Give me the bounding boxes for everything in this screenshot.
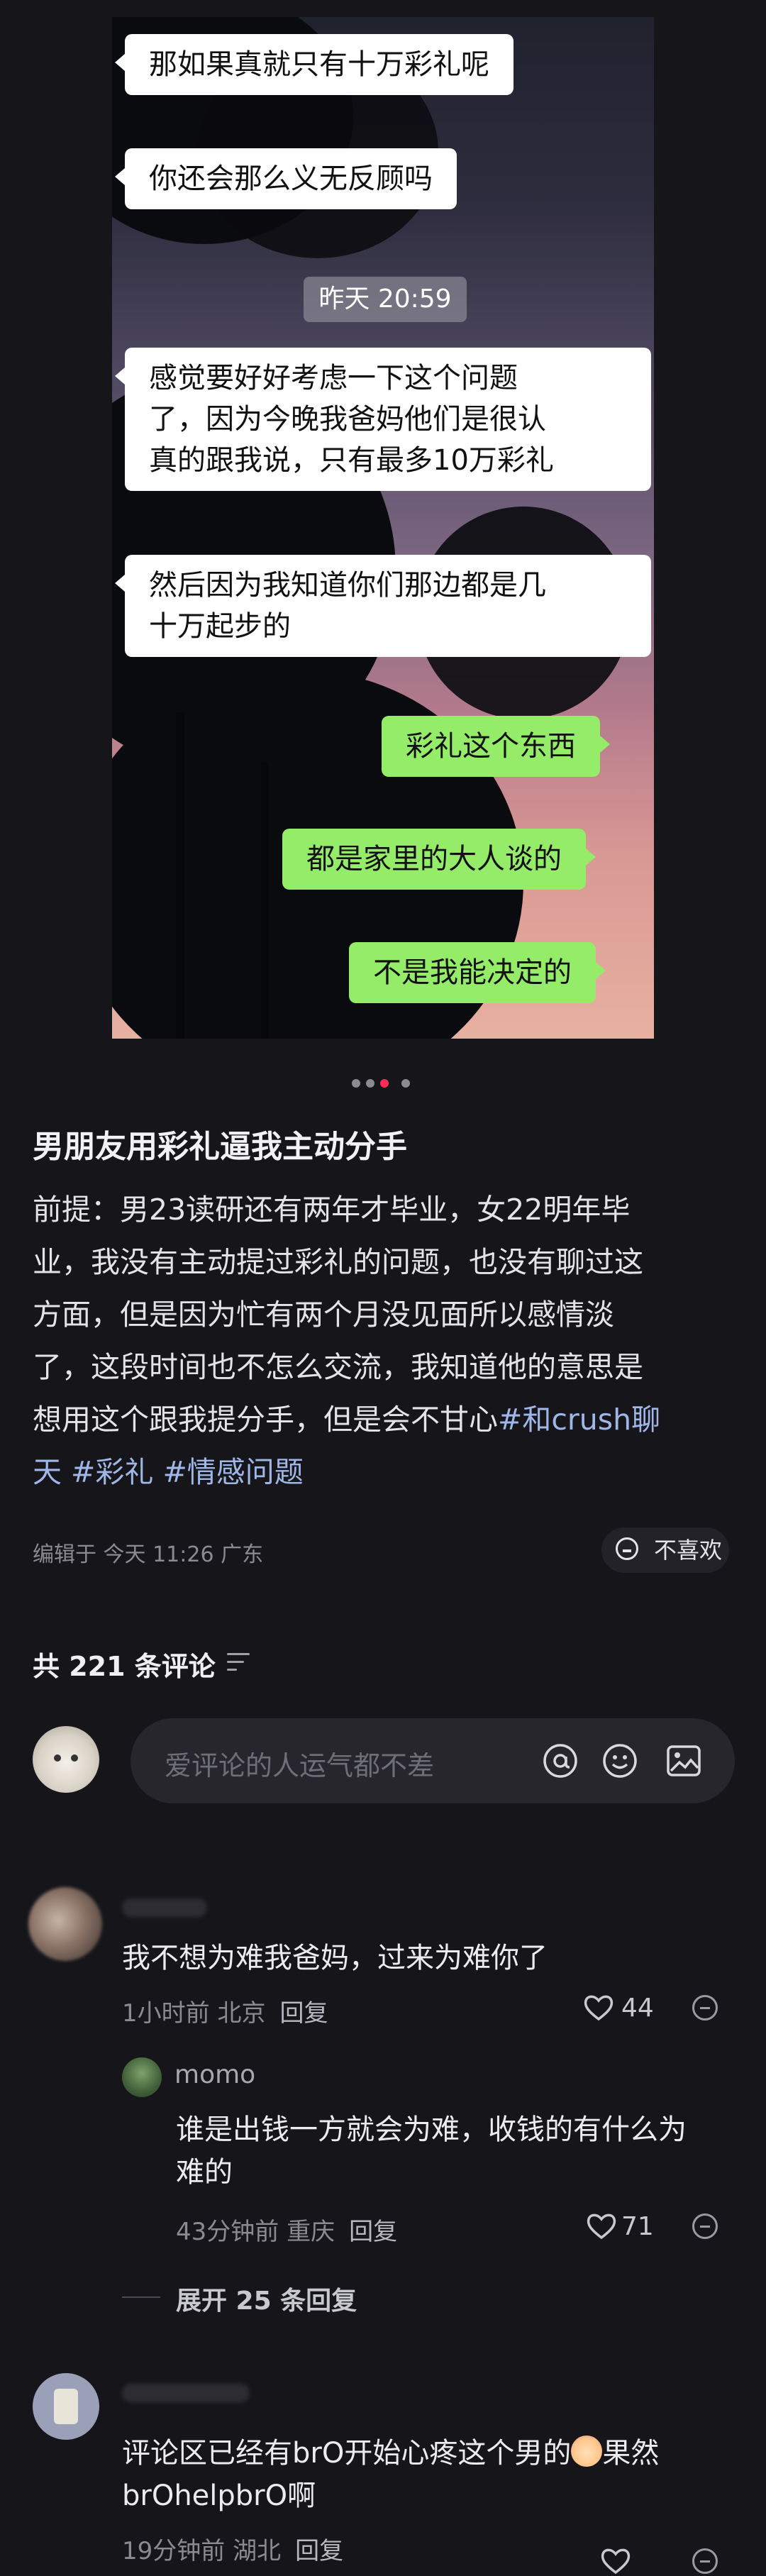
post-body-line: 天 #彩礼 #情感问题 [33, 1446, 735, 1498]
comment-text: 评论区已经有brO开始心疼这个男的 果然 brOhelpbrO啊 [122, 2432, 659, 2517]
comment-input[interactable]: 爱评论的人运气都不差 [131, 1718, 735, 1803]
commenter-name-blurred [122, 1898, 207, 1917]
chat-bubble-incoming: 那如果真就只有十万彩礼呢 [115, 34, 514, 95]
chat-bubble-incoming: 你还会那么义无反顾吗 [115, 148, 457, 209]
commenter-avatar[interactable] [33, 2373, 99, 2440]
meh-face-icon [616, 1537, 638, 1560]
comment-text-segment: 果然 [602, 2437, 660, 2470]
reply-link[interactable]: 回复 [295, 2537, 343, 2565]
reply-time-location: 43分钟前 重庆 [176, 2218, 335, 2246]
chat-bubble-incoming: 然后因为我知道你们那边都是几 十万起步的 [115, 555, 651, 657]
heart-icon[interactable] [583, 1994, 614, 2022]
post-body: 前提：男23读研还有两年才毕业，女22明年毕 业，我没有主动提过彩礼的问题，也没… [33, 1183, 735, 1498]
sort-icon[interactable] [227, 1653, 250, 1671]
comment-time-location: 19分钟前 湖北 [122, 2537, 282, 2565]
dislike-face-icon[interactable] [692, 2213, 718, 2239]
heart-icon[interactable] [600, 2547, 631, 2575]
reply-text: 谁是出钱一方就会为难，收钱的有什么为 难的 [176, 2108, 687, 2194]
commenter-avatar[interactable] [28, 1887, 102, 1961]
post-body-line: 想用这个跟我提分手，但是会不甘心#和crush聊 [33, 1393, 735, 1446]
post-body-line: 方面，但是因为忙有两个月没见面所以感情淡 [33, 1298, 614, 1332]
chat-bubble-outgoing: 不是我能决定的 [349, 942, 606, 1003]
comment-text-line: brOhelpbrO啊 [122, 2480, 316, 2512]
reply-link[interactable]: 回复 [279, 1999, 328, 2028]
message-line: 了，因为今晚我爸妈他们是很认 [149, 403, 546, 436]
post-meta: 编辑于 今天 11:26 广东 [33, 1542, 264, 1567]
at-mention-icon[interactable] [542, 1742, 579, 1779]
heart-icon[interactable] [586, 2212, 617, 2240]
post-title: 男朋友用彩礼逼我主动分手 [33, 1129, 407, 1165]
reply-text-line: 难的 [176, 2156, 233, 2189]
message-line: 感觉要好好考虑一下这个问题 [149, 362, 518, 394]
hashtag-link[interactable]: #和crush聊 [498, 1403, 660, 1437]
reply-link[interactable]: 回复 [349, 2218, 397, 2246]
chat-timestamp: 昨天 20:59 [304, 277, 467, 322]
chat-bubble-incoming: 感觉要好好考虑一下这个问题 了，因为今晚我爸妈他们是很认 真的跟我说，只有最多1… [115, 348, 651, 491]
comment-meta: 1小时前 北京 回复 [122, 1994, 328, 2028]
comment-count: 共 221 条评论 [33, 1651, 216, 1682]
expand-divider [122, 2296, 160, 2298]
chat-bubble-outgoing: 彩礼这个东西 [382, 716, 610, 777]
dislike-face-icon[interactable] [692, 1995, 718, 2021]
post-body-line-text: 想用这个跟我提分手，但是会不甘心 [33, 1403, 498, 1437]
message-line: 然后因为我知道你们那边都是几 [149, 569, 546, 602]
comment-text: 我不想为难我爸妈，过来为难你了 [122, 1942, 548, 1974]
dislike-button[interactable]: 不喜欢 [601, 1527, 729, 1573]
post-body-line: 了，这段时间也不怎么交流，我知道他的意思是 [33, 1350, 643, 1384]
tree-trunk [176, 712, 184, 1039]
post-body-line: 业，我没有主动提过彩礼的问题，也没有聊过这 [33, 1245, 643, 1279]
expand-replies-button[interactable]: 展开 25 条回复 [176, 2280, 357, 2317]
commenter-name-blurred [122, 2384, 250, 2402]
like-count: 44 [621, 1994, 654, 2023]
chat-screenshot-image[interactable]: 那如果真就只有十万彩礼呢 你还会那么义无反顾吗 昨天 20:59 感觉要好好考虑… [112, 17, 654, 1039]
reply-author[interactable]: momo [174, 2060, 255, 2089]
hashtag-link[interactable]: #彩礼 [71, 1455, 153, 1489]
comment-meta: 19分钟前 湖北 回复 [122, 2531, 343, 2566]
image-icon[interactable] [665, 1742, 702, 1779]
clown-emoji-icon [571, 2436, 603, 2467]
comment-time-location: 1小时前 北京 [122, 1999, 266, 2028]
comment-input-placeholder: 爱评论的人运气都不差 [165, 1750, 435, 1781]
reply-avatar[interactable] [122, 2057, 162, 2097]
pager-dot[interactable] [401, 1079, 410, 1088]
hashtag-link[interactable]: #情感问题 [162, 1455, 303, 1489]
comment-text-segment: 评论区已经有brO开始心疼这个男的 [122, 2437, 572, 2470]
reply-meta: 43分钟前 重庆 回复 [176, 2212, 397, 2247]
emoji-icon[interactable] [601, 1742, 638, 1779]
pager-dot[interactable] [352, 1079, 360, 1088]
like-count: 71 [621, 2212, 654, 2241]
post-body-line: 前提：男23读研还有两年才毕业，女22明年毕 [33, 1193, 631, 1227]
hashtag-link[interactable]: 天 [33, 1455, 62, 1489]
message-line: 真的跟我说，只有最多10万彩礼 [149, 444, 554, 477]
reply-text-line: 谁是出钱一方就会为难，收钱的有什么为 [176, 2113, 687, 2146]
my-avatar[interactable] [33, 1726, 99, 1793]
pager-dot-active[interactable] [380, 1079, 389, 1088]
pager-dot[interactable] [366, 1079, 374, 1088]
tree-trunk [261, 762, 268, 1039]
message-line: 十万起步的 [149, 610, 291, 643]
dislike-label: 不喜欢 [654, 1537, 723, 1564]
comment-text-line: 评论区已经有brO开始心疼这个男的 果然 [122, 2432, 659, 2475]
chat-bubble-outgoing: 都是家里的大人谈的 [282, 829, 596, 890]
dislike-face-icon[interactable] [692, 2548, 718, 2574]
